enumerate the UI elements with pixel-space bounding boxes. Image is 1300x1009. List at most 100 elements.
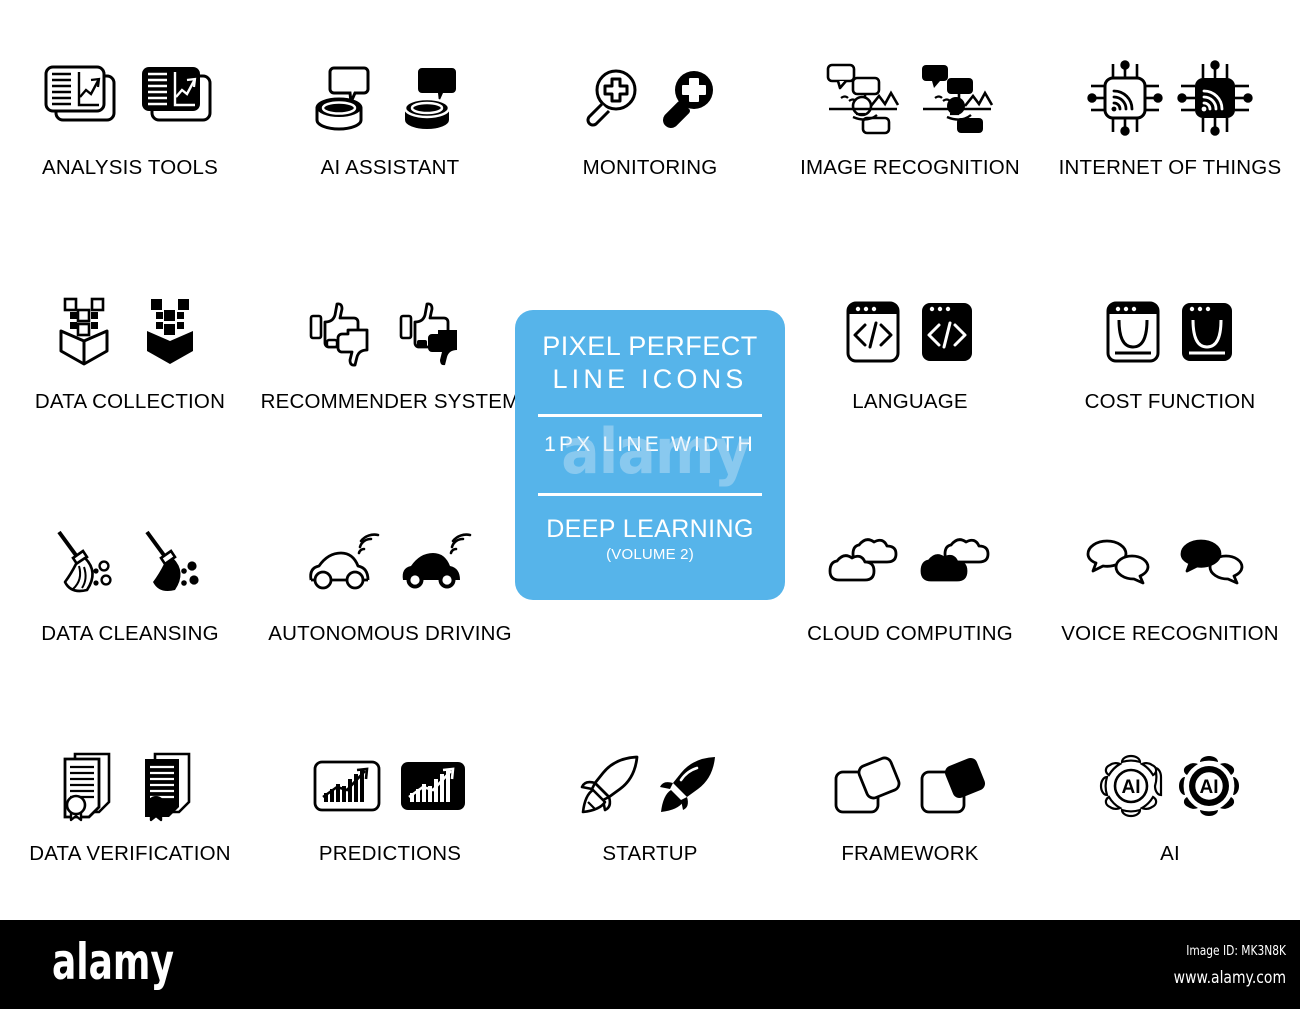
framework-icon-solid (920, 757, 986, 814)
icon-cell-data-verification[interactable]: DATA VERIFICATION (0, 692, 260, 910)
icon-cell-data-cleansing[interactable]: DATA CLEANSING (0, 460, 260, 692)
icon-sheet: ANALYSIS TOOLS AI ASSISTANT MONITORING I… (0, 0, 1300, 1009)
icon-pair-data-collection (51, 286, 209, 378)
promo-line-1: PIXEL PERFECT (542, 331, 758, 361)
icon-cell-autonomous-driving[interactable]: AUTONOMOUS DRIVING (260, 460, 520, 692)
data-cleansing-icon-outline (57, 530, 112, 593)
icon-cell-cost-function[interactable]: COST FUNCTION (1040, 228, 1300, 460)
language-icon-solid (922, 303, 972, 361)
image-id-text: Image ID: MK3N8K (1186, 944, 1286, 959)
image-recognition-icon-outline (826, 63, 900, 135)
monitoring-icon-solid (663, 71, 713, 128)
icon-label: COST FUNCTION (1084, 390, 1256, 413)
cost-function-icon-solid (1182, 303, 1232, 361)
data-collection-icon-solid (147, 299, 193, 364)
icon-pair-cost-function (1103, 286, 1237, 378)
ai-assistant-icon-solid (403, 68, 456, 129)
icon-cell-cloud-computing[interactable]: CLOUD COMPUTING (780, 460, 1040, 692)
icon-pair-ai-assistant (309, 52, 471, 144)
ai-icon-outline: AI (1099, 754, 1163, 818)
icon-pair-ai: AI AI (1099, 740, 1241, 832)
icon-pair-cloud-computing (825, 518, 995, 610)
icon-label: DATA CLEANSING (41, 622, 219, 645)
language-icon-outline (846, 301, 900, 363)
icon-pair-voice-recognition (1083, 518, 1257, 610)
footer-url-text: www.alamy.com (1173, 968, 1286, 988)
icon-pair-data-verification (57, 740, 203, 832)
svg-text:AI: AI (1200, 777, 1219, 798)
icon-label: VOICE RECOGNITION (1061, 622, 1279, 645)
alamy-logo: alamy (52, 933, 174, 991)
svg-text:AI: AI (1122, 777, 1141, 798)
recommender-system-icon-outline (309, 302, 369, 367)
icon-pair-autonomous-driving (305, 518, 475, 610)
promo-badge: PIXEL PERFECT LINE ICONS 1PX LINE WIDTH … (515, 310, 785, 600)
icon-label: ANALYSIS TOOLS (42, 156, 218, 179)
promo-line-5: (VOLUME 2) (606, 546, 694, 564)
icon-cell-analysis-tools[interactable]: ANALYSIS TOOLS (0, 0, 260, 228)
icon-cell-language[interactable]: LANGUAGE (780, 228, 1040, 460)
icon-cell-data-collection[interactable]: DATA COLLECTION (0, 228, 260, 460)
icon-pair-recommender-system (307, 286, 473, 378)
autonomous-driving-icon-outline (309, 533, 380, 590)
monitoring-icon-outline (586, 69, 637, 127)
internet-of-things-icon-solid (1177, 60, 1253, 136)
icon-cell-voice-recognition[interactable]: VOICE RECOGNITION (1040, 460, 1300, 692)
promo-line-3: 1PX LINE WIDTH (544, 433, 756, 457)
promo-divider-bottom (538, 493, 762, 497)
analysis-tools-icon-outline (44, 65, 116, 122)
icon-cell-startup[interactable]: STARTUP (520, 692, 780, 910)
icon-pair-language (843, 286, 977, 378)
icon-label: MONITORING (582, 156, 718, 179)
icon-cell-internet-of-things[interactable]: INTERNET OF THINGS (1040, 0, 1300, 228)
icon-pair-startup (579, 740, 721, 832)
icon-cell-image-recognition[interactable]: IMAGE RECOGNITION (780, 0, 1040, 228)
data-cleansing-icon-solid (145, 530, 199, 591)
icon-label: AI (1160, 842, 1180, 865)
image-recognition-icon-solid (922, 65, 994, 133)
icon-label: CLOUD COMPUTING (807, 622, 1013, 645)
icon-label: DATA COLLECTION (34, 390, 226, 413)
icon-cell-ai-assistant[interactable]: AI ASSISTANT (260, 0, 520, 228)
voice-recognition-icon-solid (1180, 539, 1244, 585)
recommender-system-icon-solid (399, 302, 457, 366)
watermark-footer: alamy Image ID: MK3N8K www.alamy.com (0, 920, 1300, 1009)
icon-label: DATA VERIFICATION (29, 842, 231, 865)
icon-label: IMAGE RECOGNITION (800, 156, 1020, 179)
startup-icon-outline (580, 755, 639, 814)
internet-of-things-icon-outline (1087, 60, 1163, 136)
icon-cell-monitoring[interactable]: MONITORING (520, 0, 780, 228)
icon-pair-internet-of-things (1087, 52, 1253, 144)
cost-function-icon-outline (1106, 301, 1160, 363)
analysis-tools-icon-solid (142, 67, 212, 122)
cloud-computing-icon-outline (828, 538, 898, 582)
predictions-icon-outline (313, 760, 381, 812)
icon-pair-image-recognition (823, 52, 997, 144)
promo-divider-top (538, 414, 762, 418)
predictions-icon-solid (401, 762, 465, 810)
icon-cell-ai[interactable]: AI AI AI (1040, 692, 1300, 910)
data-collection-icon-outline (59, 297, 109, 366)
ai-icon-solid: AI (1179, 756, 1239, 816)
startup-icon-solid (660, 757, 715, 812)
icon-pair-analysis-tools (41, 52, 219, 144)
autonomous-driving-icon-solid (402, 533, 472, 589)
icon-label: FRAMEWORK (841, 842, 979, 865)
data-verification-icon-outline (63, 752, 111, 822)
promo-line-2: LINE ICONS (552, 364, 748, 395)
ai-assistant-icon-outline (315, 66, 370, 131)
icon-pair-monitoring (579, 52, 721, 144)
icon-label: PREDICTIONS (318, 842, 462, 865)
icon-label: RECOMMENDER SYSTEM (260, 390, 520, 413)
icon-cell-predictions[interactable]: PREDICTIONS (260, 692, 520, 910)
icon-cell-recommender-system[interactable]: RECOMMENDER SYSTEM (260, 228, 520, 460)
icon-label: INTERNET OF THINGS (1058, 156, 1282, 179)
icon-pair-framework (831, 740, 989, 832)
promo-line-4: DEEP LEARNING (546, 515, 754, 544)
icon-cell-framework[interactable]: FRAMEWORK (780, 692, 1040, 910)
data-verification-icon-solid (145, 752, 191, 822)
framework-icon-outline (834, 756, 901, 814)
icon-pair-predictions (311, 740, 469, 832)
icon-label: STARTUP (602, 842, 698, 865)
footer-meta: Image ID: MK3N8K www.alamy.com (1149, 944, 1286, 988)
